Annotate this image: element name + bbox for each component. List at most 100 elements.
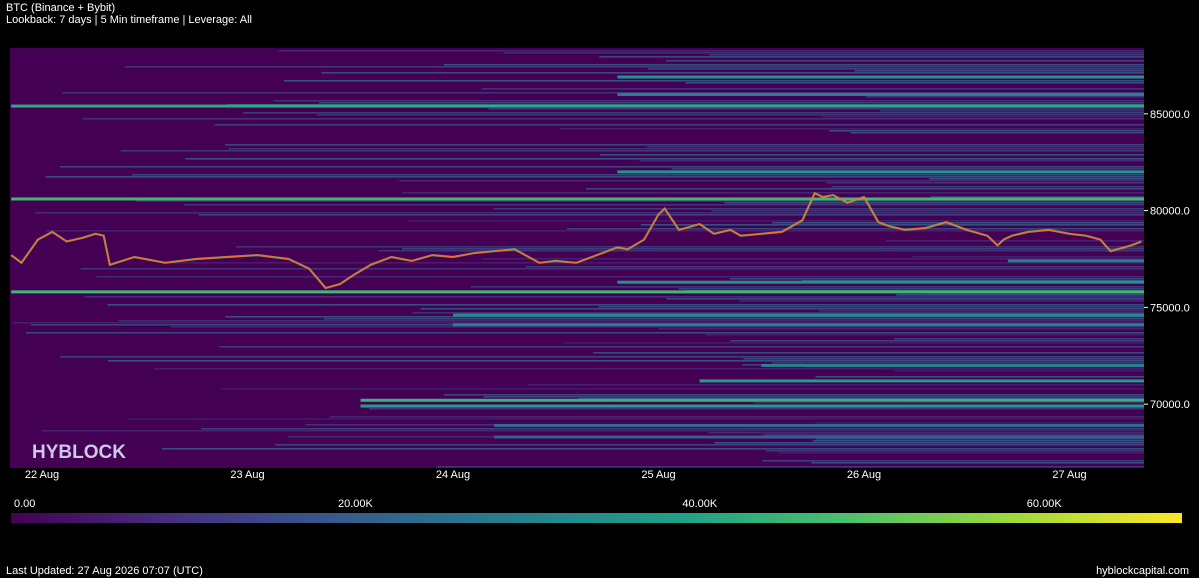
heat-row	[399, 180, 1144, 182]
heat-row	[777, 452, 1144, 454]
liquidation-band	[360, 398, 1144, 402]
y-tick-label: 80000.0	[1150, 206, 1190, 218]
heat-row	[132, 174, 1144, 176]
heat-row	[599, 56, 1144, 58]
heat-row	[95, 276, 1144, 278]
x-tick-label: 24 Aug	[436, 469, 470, 481]
heat-row	[59, 166, 1144, 168]
liquidation-band	[360, 404, 1144, 408]
heat-row	[236, 246, 1144, 248]
heat-row	[45, 176, 1144, 178]
x-axis: 22 Aug 23 Aug 24 Aug 25 Aug 26 Aug 27 Aug	[25, 469, 1087, 481]
x-tick-label: 26 Aug	[847, 469, 881, 481]
liquidation-band	[617, 280, 1144, 284]
heat-row	[640, 224, 1144, 226]
hyblock-watermark: HYBLOCK	[32, 442, 126, 463]
heat-row	[483, 396, 1144, 398]
liquidation-band	[494, 423, 1144, 427]
y-tick-label: 85000.0	[1150, 109, 1190, 121]
heat-row	[598, 306, 1144, 308]
heat-row	[168, 262, 1144, 264]
heat-row	[854, 70, 1144, 72]
liquidation-band	[617, 92, 1144, 96]
site-link[interactable]: hyblockcapital.com	[1096, 565, 1189, 578]
heat-row	[665, 60, 1144, 62]
liquidation-band	[617, 75, 1144, 79]
heat-row	[493, 208, 1144, 210]
heat-row	[819, 310, 1144, 312]
heat-row	[593, 352, 1144, 354]
heat-row	[481, 88, 1144, 90]
heat-row	[220, 388, 1144, 390]
liquidation-band	[1007, 259, 1144, 263]
heat-row	[559, 128, 1144, 130]
heat-row	[885, 240, 1144, 242]
heat-row	[528, 384, 1144, 386]
heat-row	[929, 178, 1144, 180]
heat-row	[318, 102, 1144, 104]
heat-row	[865, 96, 1144, 98]
heat-row	[329, 416, 1144, 418]
heat-row	[525, 266, 1144, 268]
heat-row	[705, 334, 1144, 336]
heat-row	[35, 212, 1144, 214]
heat-row	[671, 168, 1144, 170]
heat-row	[443, 394, 1144, 396]
heat-row	[912, 256, 1144, 258]
heat-row	[481, 258, 1144, 260]
colorbar-tick-label: 0.00	[14, 498, 35, 510]
heat-row	[815, 376, 1144, 378]
liquidation-band	[11, 104, 1144, 108]
heat-row	[118, 320, 1144, 322]
heat-row	[84, 296, 1144, 298]
last-updated-text: Last Updated: 27 Aug 2026 07:07 (UTC)	[6, 565, 203, 577]
colorbar-gradient	[11, 513, 1182, 523]
heat-row	[850, 132, 1144, 134]
heat-row	[321, 72, 1144, 74]
x-tick-label: 23 Aug	[230, 469, 264, 481]
heat-row	[154, 368, 1144, 370]
heat-row	[219, 346, 1144, 348]
colorbar: 0.00 20.00K 40.00K 60.00K	[11, 498, 1182, 523]
heat-row	[83, 118, 1144, 120]
heat-row	[761, 460, 1144, 462]
heat-row	[161, 448, 1144, 450]
heat-row	[488, 108, 1144, 110]
heat-row	[503, 52, 1144, 54]
y-axis: 70000.0 75000.0 80000.0 85000.0	[1144, 109, 1190, 411]
heat-row	[896, 294, 1144, 296]
heat-row	[402, 192, 1144, 194]
heat-row	[470, 286, 1144, 288]
heat-row	[646, 146, 1144, 148]
heat-row	[275, 444, 1144, 446]
heat-row	[25, 332, 1144, 334]
heat-row	[283, 80, 1144, 82]
heat-row	[658, 328, 1144, 330]
liquidation-band	[617, 170, 1144, 174]
heat-row	[894, 338, 1144, 340]
x-tick-label: 22 Aug	[25, 469, 59, 481]
colorbar-tick-label: 20.00K	[338, 498, 374, 510]
liquidation-band	[453, 313, 1144, 317]
heat-row	[420, 308, 1144, 310]
liquidation-band	[453, 323, 1144, 327]
heat-row	[600, 154, 1144, 156]
heat-row	[185, 158, 1144, 160]
heat-row	[59, 356, 1144, 358]
heat-row	[585, 188, 1144, 190]
heat-row	[880, 110, 1144, 112]
heat-row	[831, 186, 1144, 188]
heat-row	[811, 462, 1144, 464]
heat-row	[738, 300, 1144, 302]
heat-row	[724, 202, 1144, 204]
heat-row	[711, 210, 1144, 212]
heat-row	[273, 100, 1144, 102]
heat-row	[127, 418, 1144, 420]
heat-row	[120, 150, 1144, 152]
heat-row	[45, 230, 1144, 232]
heat-row	[369, 408, 1144, 410]
heat-row	[566, 228, 1144, 230]
heat-row	[772, 362, 1144, 364]
heat-row	[743, 358, 1144, 360]
heat-row	[827, 182, 1144, 184]
